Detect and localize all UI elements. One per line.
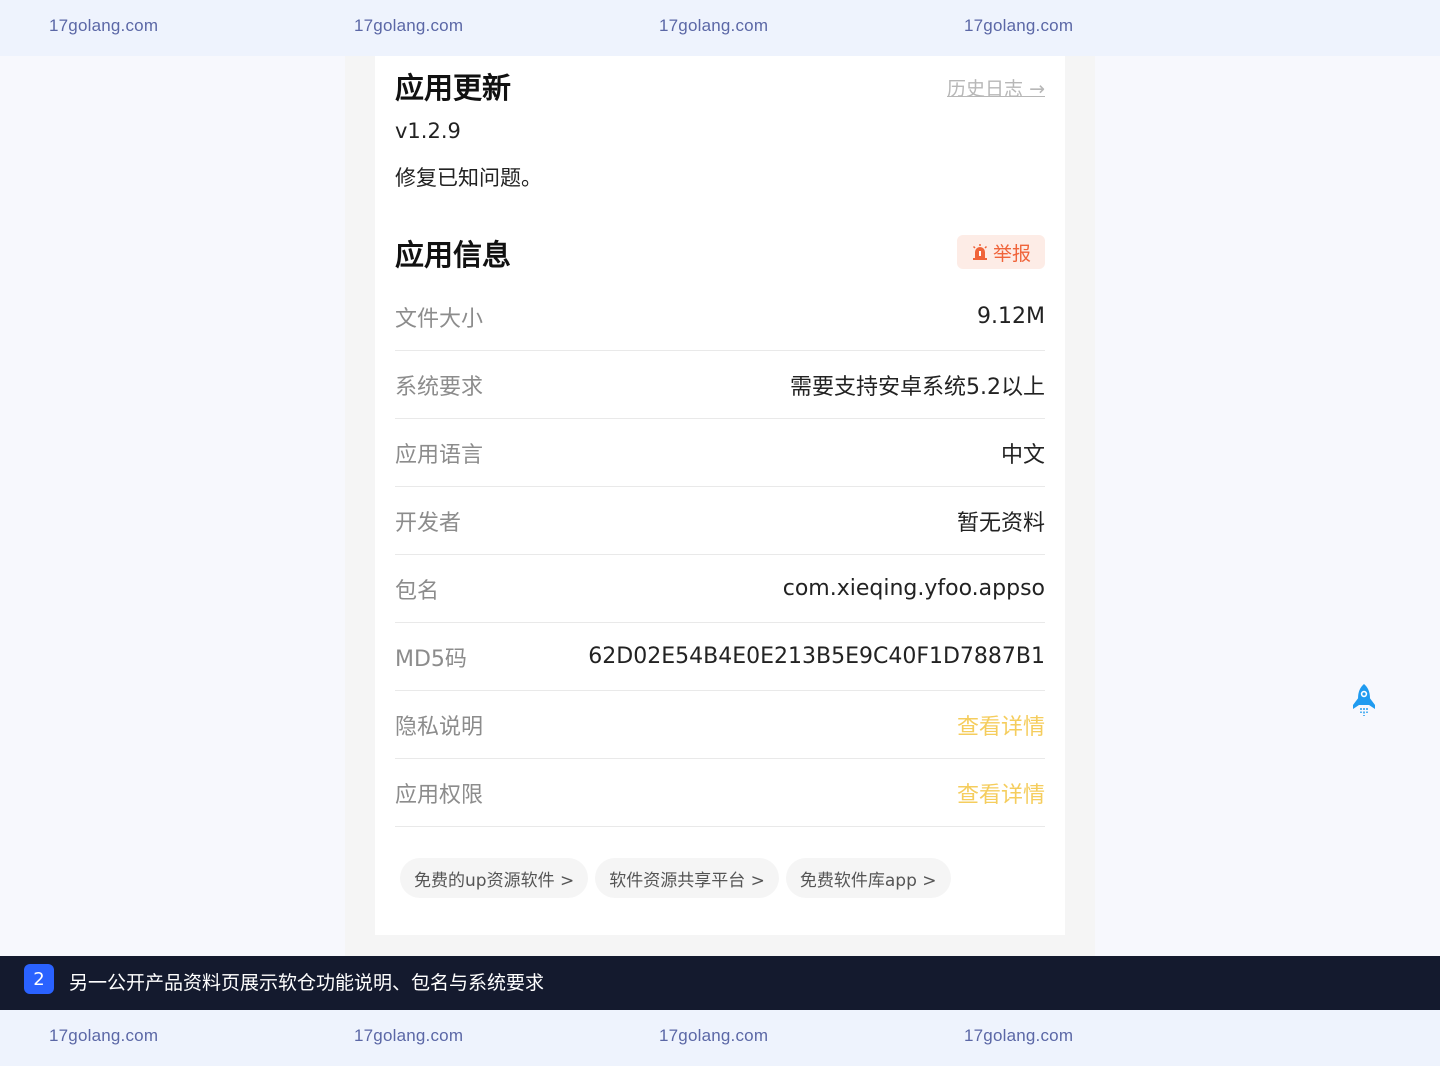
caption-text: 另一公开产品资料页展示软仓功能说明、包名与系统要求	[69, 972, 545, 994]
info-value: 62D02E54B4E0E213B5E9C40F1D7887B1	[588, 644, 1045, 669]
info-key: 应用语言	[395, 442, 484, 468]
alarm-icon	[972, 244, 988, 260]
info-row-system-requirement: 系统要求 需要支持安卓系统5.2以上	[395, 351, 1045, 419]
info-key: 隐私说明	[395, 714, 484, 740]
version-label: v1.2.9	[395, 119, 461, 143]
info-row-privacy: 隐私说明 查看详情	[395, 691, 1045, 759]
info-row-language: 应用语言 中文	[395, 419, 1045, 487]
back-to-top-rocket-icon[interactable]	[1350, 683, 1378, 717]
report-button[interactable]: 举报	[957, 235, 1045, 269]
info-value: 需要支持安卓系统5.2以上	[790, 374, 1045, 400]
info-row-developer: 开发者 暂无资料	[395, 487, 1045, 555]
watermark-text: 17golang.com	[354, 1026, 464, 1045]
info-key: 开发者	[395, 510, 462, 536]
info-row-file-size: 文件大小 9.12M	[395, 283, 1045, 351]
info-row-package-name: 包名 com.xieqing.yfoo.appso	[395, 555, 1045, 623]
watermark-text: 17golang.com	[964, 16, 1074, 35]
info-section-title: 应用信息	[395, 238, 512, 272]
related-tag[interactable]: 免费软件库app >	[785, 858, 951, 898]
info-value: 暂无资料	[956, 510, 1045, 536]
watermark-text: 17golang.com	[354, 16, 464, 35]
caption-number-badge: 2	[24, 964, 54, 994]
info-key: 系统要求	[395, 374, 484, 400]
info-key: MD5码	[395, 646, 467, 672]
watermark-text: 17golang.com	[659, 1026, 769, 1045]
info-value: 9.12M	[977, 304, 1045, 329]
caption-bar: 2 另一公开产品资料页展示软仓功能说明、包名与系统要求	[0, 956, 1440, 1010]
watermark-text: 17golang.com	[49, 16, 159, 35]
info-value: 中文	[1000, 442, 1045, 468]
update-section-title: 应用更新	[395, 71, 512, 105]
info-list: 文件大小 9.12M 系统要求 需要支持安卓系统5.2以上 应用语言 中文 开发…	[395, 283, 1045, 827]
watermark-bar-top: 17golang.com 17golang.com 17golang.com 1…	[0, 0, 1440, 56]
info-row-permissions: 应用权限 查看详情	[395, 759, 1045, 827]
info-key: 应用权限	[395, 782, 484, 808]
watermark-bar-bottom: 17golang.com 17golang.com 17golang.com 1…	[0, 1010, 1440, 1066]
report-label: 举报	[992, 242, 1031, 265]
info-key: 包名	[395, 578, 440, 604]
privacy-details-link[interactable]: 查看详情	[957, 709, 1045, 741]
related-tags: 免费的up资源软件 > 软件资源共享平台 > 免费软件库app >	[400, 858, 951, 898]
update-note: 修复已知问题。	[395, 166, 542, 190]
history-log-link[interactable]: 历史日志 →	[947, 74, 1045, 101]
permissions-details-link[interactable]: 查看详情	[957, 777, 1045, 809]
watermark-text: 17golang.com	[659, 16, 769, 35]
info-value: com.xieqing.yfoo.appso	[782, 576, 1045, 601]
related-tag[interactable]: 软件资源共享平台 >	[595, 858, 779, 898]
info-row-md5: MD5码 62D02E54B4E0E213B5E9C40F1D7887B1	[395, 623, 1045, 691]
app-detail-card: 应用更新 历史日志 → v1.2.9 修复已知问题。 应用信息 举报 文件大小 …	[375, 56, 1065, 935]
info-key: 文件大小	[395, 306, 484, 332]
related-tag[interactable]: 免费的up资源软件 >	[400, 858, 589, 898]
watermark-text: 17golang.com	[49, 1026, 159, 1045]
watermark-text: 17golang.com	[964, 1026, 1074, 1045]
